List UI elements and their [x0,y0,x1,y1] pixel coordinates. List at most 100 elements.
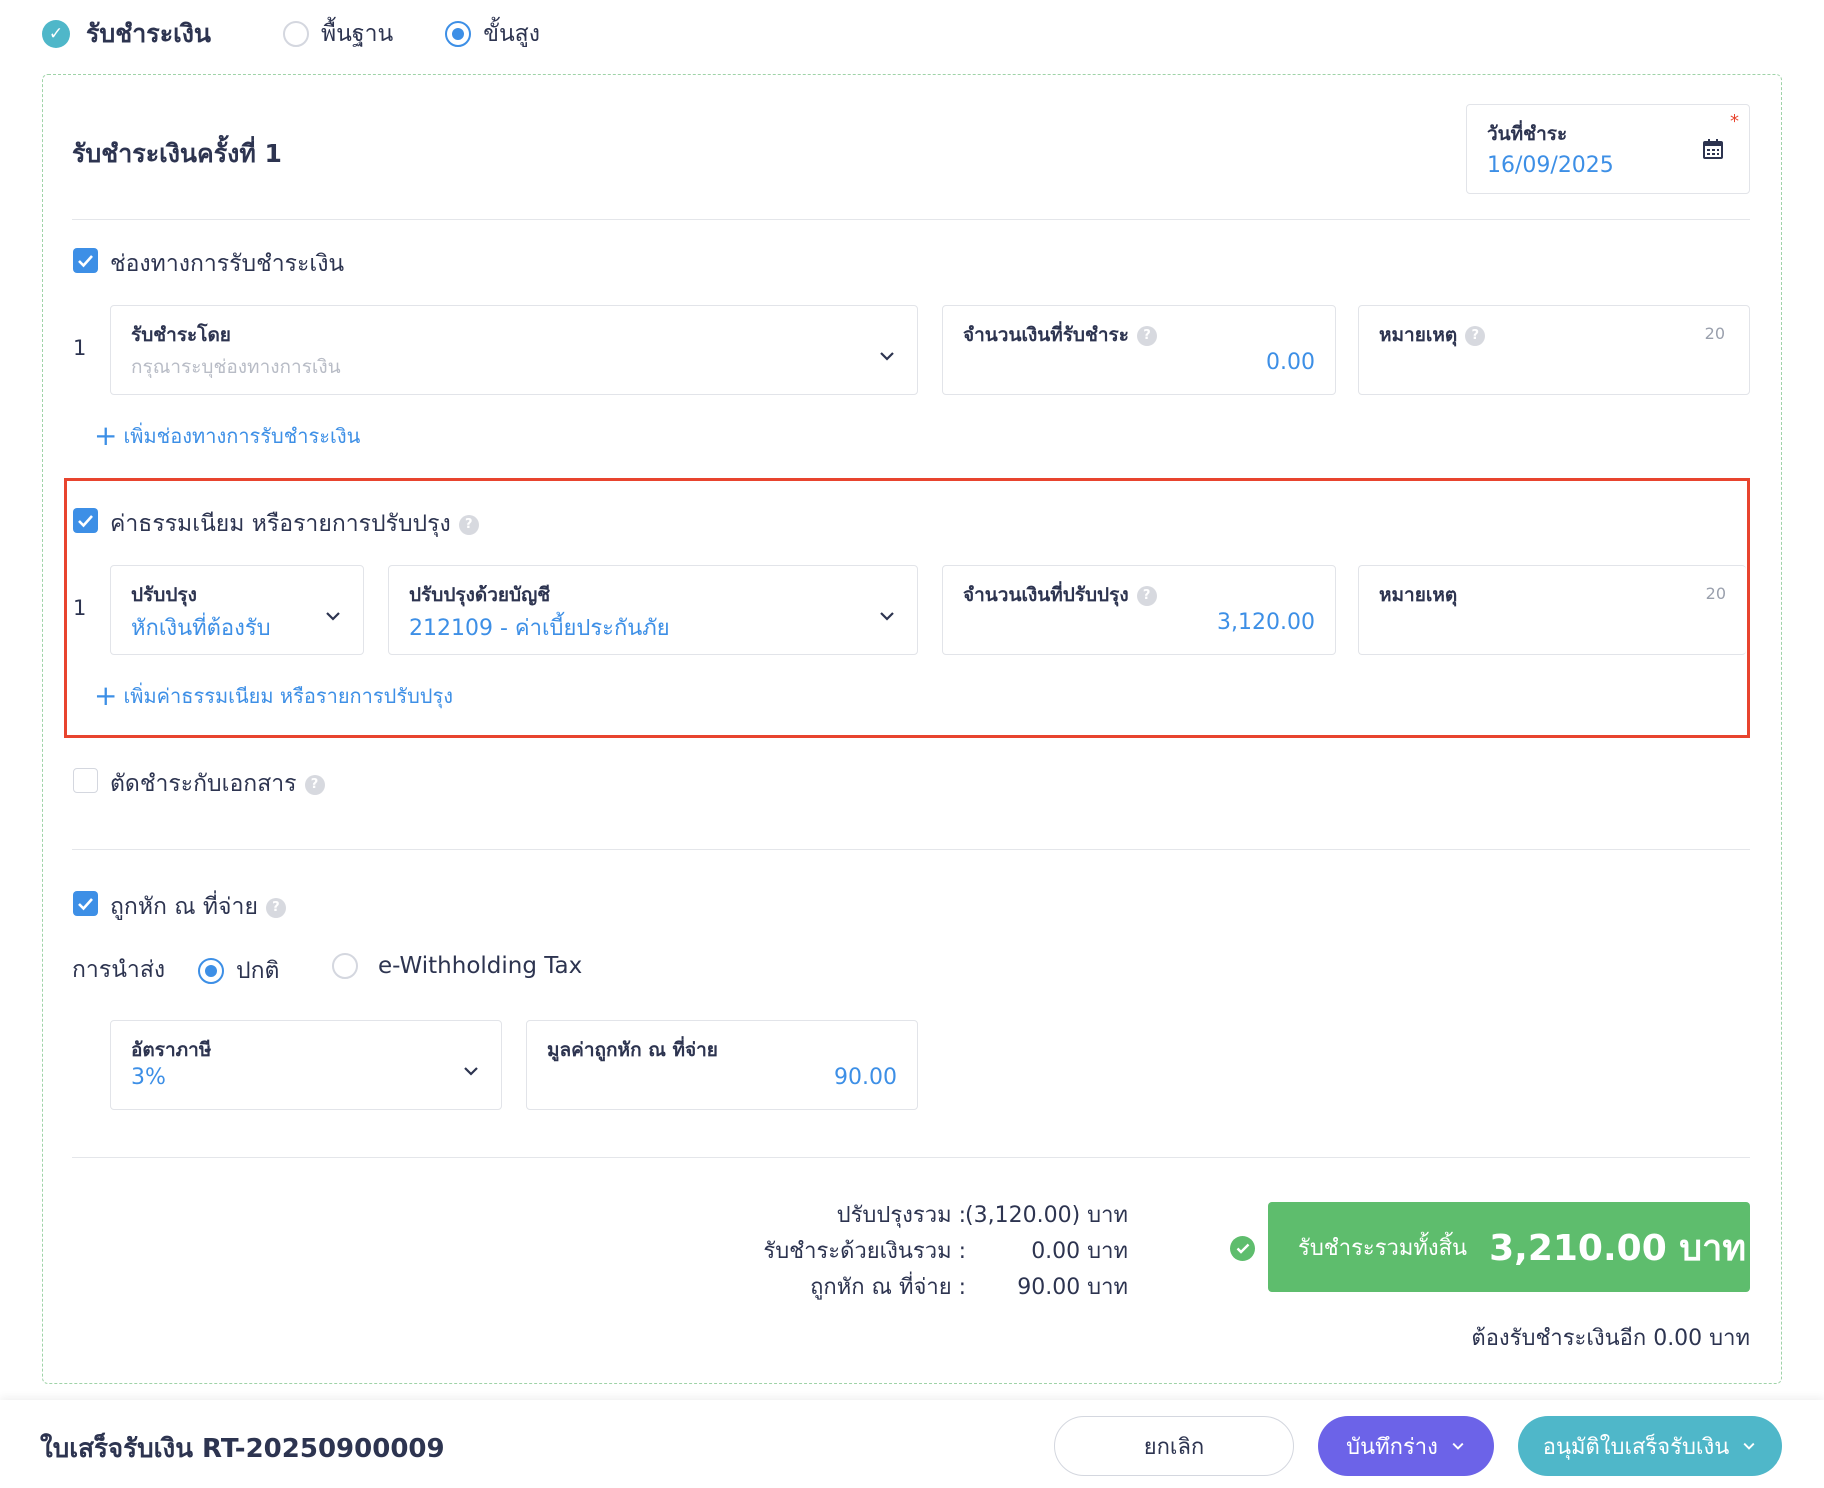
divider [72,849,1750,850]
submit-etax-option[interactable]: e-Withholding Tax [332,953,582,979]
adjust-amount-value: 3,120.00 [1217,610,1315,635]
check-icon [78,254,93,267]
mode-advanced-radio[interactable] [445,21,472,47]
cancel-button[interactable]: ยกเลิก [1054,1416,1294,1476]
mode-basic-radio[interactable] [283,21,309,47]
withholding-checkbox[interactable] [73,891,98,916]
note-char-counter: 20 [1704,324,1725,343]
submit-normal-label: ปกติ [236,958,280,984]
tax-rate-select[interactable]: อัตราภาษี 3% [110,1020,502,1110]
summary-wht-value: 90.00 บาท [1017,1275,1128,1300]
add-fee-link[interactable]: + เพิ่มค่าธรรมเนียม หรือรายการปรับปรุง [94,680,453,712]
adjust-account-select[interactable]: ปรับปรุงด้วยบัญชี 212109 - ค่าเบี้ยประกั… [388,565,918,655]
payment-method-label: รับชำระโดย [131,324,231,346]
channels-checkbox[interactable] [73,248,98,273]
payment-section-title: รับชำระเงินครั้งที่ 1 [72,139,282,168]
fees-label: ค่าธรรมเนียม หรือรายการปรับปรุง? [110,506,479,542]
submit-normal-option[interactable]: ปกติ [198,953,279,989]
total-amount: 3,210.00 บาท [1489,1227,1747,1269]
cancel-label: ยกเลิก [1143,1434,1205,1460]
remaining-amount: ต้องรับชำระเงินอีก 0.00 บาท [1471,1326,1750,1351]
chevron-down-icon [464,1067,478,1076]
adjust-account-value: 212109 - ค่าเบี้ยประกันภัย [409,616,670,641]
submit-method-label: การนำส่ง [72,957,166,983]
help-icon[interactable]: ? [1136,325,1157,346]
add-channel-link[interactable]: + เพิ่มช่องทางการรับชำระเงิน [94,420,360,452]
footer-bar: ใบเสร็จรับเงิน RT-20250900009 ยกเลิก บัน… [0,1400,1824,1488]
note-char-counter: 20 [1705,584,1726,603]
total-label: รับชำระรวมทั้งสิ้น [1298,1235,1468,1261]
fees-checkbox[interactable] [73,508,98,533]
payment-date-label: วันที่ชำระ [1487,123,1568,145]
received-amount-field[interactable]: จำนวนเงินที่รับชำระ? 0.00 [942,305,1336,395]
check-icon [78,897,93,910]
withholding-label: ถูกหัก ณ ที่จ่าย? [110,889,286,925]
adjust-amount-label: จำนวนเงินที่ปรับปรุง? [963,580,1157,610]
wht-value-field[interactable]: มูลค่าถูกหัก ณ ที่จ่าย 90.00 [526,1020,918,1110]
payment-check-icon: ✓ [42,20,70,48]
wht-value-amount: 90.00 [834,1065,897,1090]
offset-label: ตัดชำระกับเอกสาร? [110,766,325,802]
submit-normal-radio[interactable] [198,958,224,984]
divider [72,1157,1750,1158]
adjust-type-select[interactable]: ปรับปรุง หักเงินที่ต้องรับ [110,565,364,655]
required-mark: * [1730,111,1739,132]
submit-etax-radio[interactable] [332,953,358,979]
check-icon [78,514,93,527]
help-icon[interactable]: ? [1136,585,1157,606]
payment-method-select[interactable]: รับชำระโดย กรุณาระบุช่องทางการเงิน [110,305,918,395]
add-fee-label: เพิ่มค่าธรรมเนียม หรือรายการปรับปรุง [123,684,453,708]
channel-note-field[interactable]: หมายเหตุ? 20 [1358,305,1750,395]
document-title: ใบเสร็จรับเงิน RT-20250900009 [40,1434,445,1464]
adjust-type-label: ปรับปรุง [131,584,197,606]
payment-title: รับชำระเงิน [86,19,211,48]
received-amount-value: 0.00 [1266,350,1315,375]
calendar-icon[interactable] [1703,139,1723,159]
help-icon[interactable]: ? [1465,325,1486,346]
adjust-account-label: ปรับปรุงด้วยบัญชี [409,584,551,606]
total-received-banner: รับชำระรวมทั้งสิ้น 3,210.00 บาท [1268,1202,1750,1292]
mode-basic-label: พื้นฐาน [321,21,394,47]
adjust-type-value: หักเงินที่ต้องรับ [131,616,271,641]
summary-cash-label: รับชำระด้วยเงินรวม : [763,1239,966,1264]
approve-receipt-button[interactable]: อนุมัติใบเสร็จรับเงิน [1518,1416,1782,1476]
channel-note-label: หมายเหตุ? [1379,320,1486,350]
save-draft-button[interactable]: บันทึกร่าง [1318,1416,1494,1476]
check-circle-icon [1230,1236,1255,1261]
channels-label: ช่องทางการรับชำระเงิน [110,251,345,277]
chevron-down-icon [326,612,340,621]
wht-value-label: มูลค่าถูกหัก ณ ที่จ่าย [547,1039,718,1061]
payment-date-field[interactable]: * วันที่ชำระ 16/09/2025 [1466,104,1750,194]
plus-icon: + [94,679,118,712]
divider [72,219,1750,220]
chevron-down-icon[interactable] [1450,1438,1466,1454]
mode-advanced-label: ขั้นสูง [483,21,540,47]
payment-method-placeholder: กรุณาระบุช่องทางการเงิน [131,356,341,378]
chevron-down-icon [880,612,894,621]
channel-row-number: 1 [73,336,87,360]
offset-checkbox[interactable] [73,768,98,793]
received-amount-label: จำนวนเงินที่รับชำระ? [963,320,1157,350]
summary-cash-value: 0.00 บาท [1031,1239,1128,1264]
help-icon[interactable]: ? [304,774,325,795]
fee-note-label: หมายเหตุ [1379,584,1458,606]
add-channel-label: เพิ่มช่องทางการรับชำระเงิน [123,424,361,448]
tax-rate-value: 3% [131,1065,166,1090]
payment-date-value: 16/09/2025 [1487,153,1614,178]
submit-etax-label: e-Withholding Tax [378,953,583,979]
save-draft-label: บันทึกร่าง [1346,1434,1438,1460]
summary-adjust-label: ปรับปรุงรวม : [836,1203,966,1228]
fee-note-field[interactable]: หมายเหตุ 20 [1358,565,1746,655]
plus-icon: + [94,419,118,452]
help-icon[interactable]: ? [458,514,479,535]
summary-wht-label: ถูกหัก ณ ที่จ่าย : [810,1275,966,1300]
adjust-amount-field[interactable]: จำนวนเงินที่ปรับปรุง? 3,120.00 [942,565,1336,655]
help-icon[interactable]: ? [265,897,286,918]
mode-basic-option[interactable]: พื้นฐาน [283,16,393,52]
mode-advanced-option[interactable]: ขั้นสูง [445,16,540,52]
chevron-down-icon [880,352,894,361]
chevron-down-icon[interactable] [1741,1438,1757,1454]
summary-adjust-value: (3,120.00) บาท [965,1203,1128,1228]
fee-row-number: 1 [73,596,87,620]
payment-mode-row: ✓ รับชำระเงิน พื้นฐาน ขั้นสูง [42,14,540,54]
